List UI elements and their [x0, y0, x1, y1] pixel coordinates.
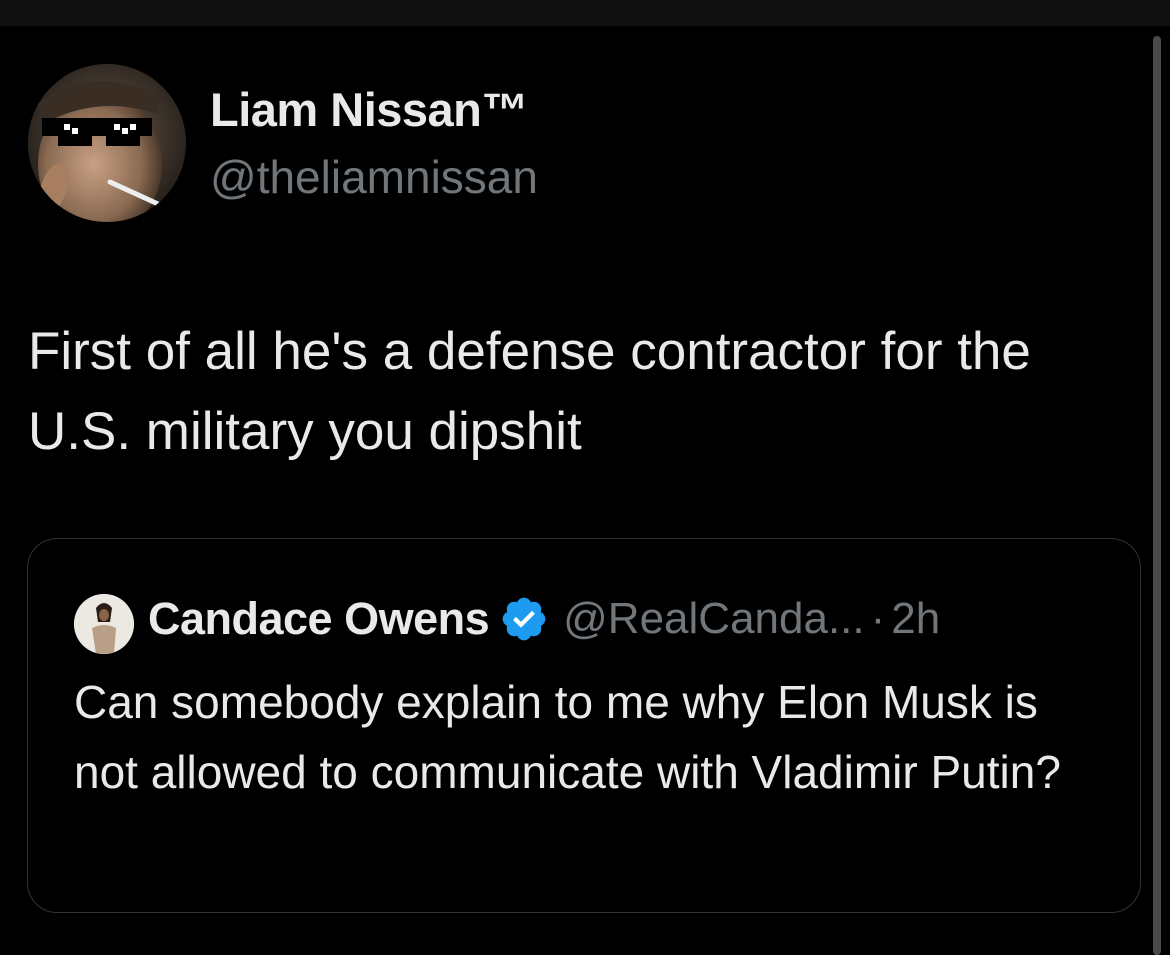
- avatar-image: [28, 64, 186, 222]
- quoted-tweet-header: Candace Owens @RealCanda... · 2h: [148, 589, 940, 649]
- quoted-author-handle[interactable]: @RealCanda...: [563, 594, 865, 644]
- top-bar: [0, 0, 1170, 26]
- avatar-image: [74, 594, 134, 654]
- verified-badge-icon: [499, 594, 549, 644]
- quoted-author-avatar[interactable]: [74, 594, 134, 654]
- quoted-author-name[interactable]: Candace Owens: [148, 593, 490, 645]
- scrollbar[interactable]: [1153, 36, 1161, 955]
- tweet-text: First of all he's a defense contractor f…: [28, 322, 1031, 461]
- quoted-tweet-text: Can somebody explain to me why Elon Musk…: [74, 676, 1061, 798]
- author-handle[interactable]: @theliamnissan: [210, 150, 538, 204]
- separator-dot: ·: [870, 594, 886, 643]
- quoted-tweet-card[interactable]: Candace Owens @RealCanda... · 2h Can som…: [27, 538, 1141, 913]
- author-avatar[interactable]: [28, 64, 186, 222]
- author-display-name[interactable]: Liam Nissan™: [210, 82, 528, 137]
- quoted-tweet-timestamp[interactable]: 2h: [891, 594, 940, 644]
